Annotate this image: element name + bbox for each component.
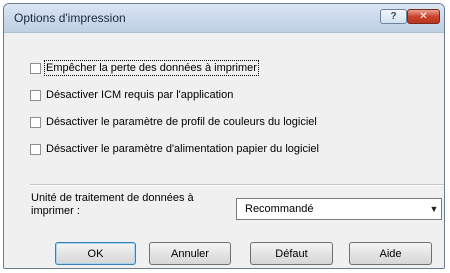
checkbox[interactable]: [30, 89, 41, 101]
dropdown-arrow-icon[interactable]: ▼: [427, 204, 441, 214]
title-bar[interactable]: Options d'impression ? ✕: [4, 4, 444, 33]
option-label: Empêcher la perte des données à imprimer: [44, 60, 259, 76]
close-icon[interactable]: ✕: [407, 9, 440, 24]
data-unit-label: Unité de traitement de données à imprime…: [31, 192, 194, 217]
data-unit-value: Recommandé: [245, 203, 314, 215]
data-unit-select[interactable]: Recommandé ▼: [236, 198, 442, 220]
option-disable-icm[interactable]: Désactiver ICM requis par l'application: [30, 88, 233, 102]
checkbox[interactable]: [30, 116, 41, 128]
option-label: Désactiver ICM requis par l'application: [46, 89, 234, 101]
default-button[interactable]: Défaut: [250, 242, 333, 265]
ok-button[interactable]: OK: [55, 242, 136, 265]
checkbox[interactable]: [30, 62, 41, 74]
help-icon[interactable]: ?: [380, 9, 407, 24]
checkbox[interactable]: [30, 143, 41, 155]
print-options-dialog: Options d'impression ? ✕ Empêcher la per…: [3, 3, 445, 269]
option-disable-paper-feed[interactable]: Désactiver le paramètre d'alimentation p…: [30, 142, 319, 156]
option-label: Désactiver le paramètre de profil de cou…: [46, 116, 317, 128]
option-disable-color-profile[interactable]: Désactiver le paramètre de profil de cou…: [30, 115, 317, 129]
cancel-button[interactable]: Annuler: [149, 242, 231, 265]
dialog-title: Options d'impression: [14, 11, 126, 25]
option-label: Désactiver le paramètre d'alimentation p…: [46, 143, 319, 155]
option-prevent-data-loss[interactable]: Empêcher la perte des données à imprimer: [30, 60, 259, 76]
separator: [30, 184, 444, 186]
dialog-content: Empêcher la perte des données à imprimer…: [4, 33, 444, 268]
help-button[interactable]: Aide: [349, 242, 432, 265]
